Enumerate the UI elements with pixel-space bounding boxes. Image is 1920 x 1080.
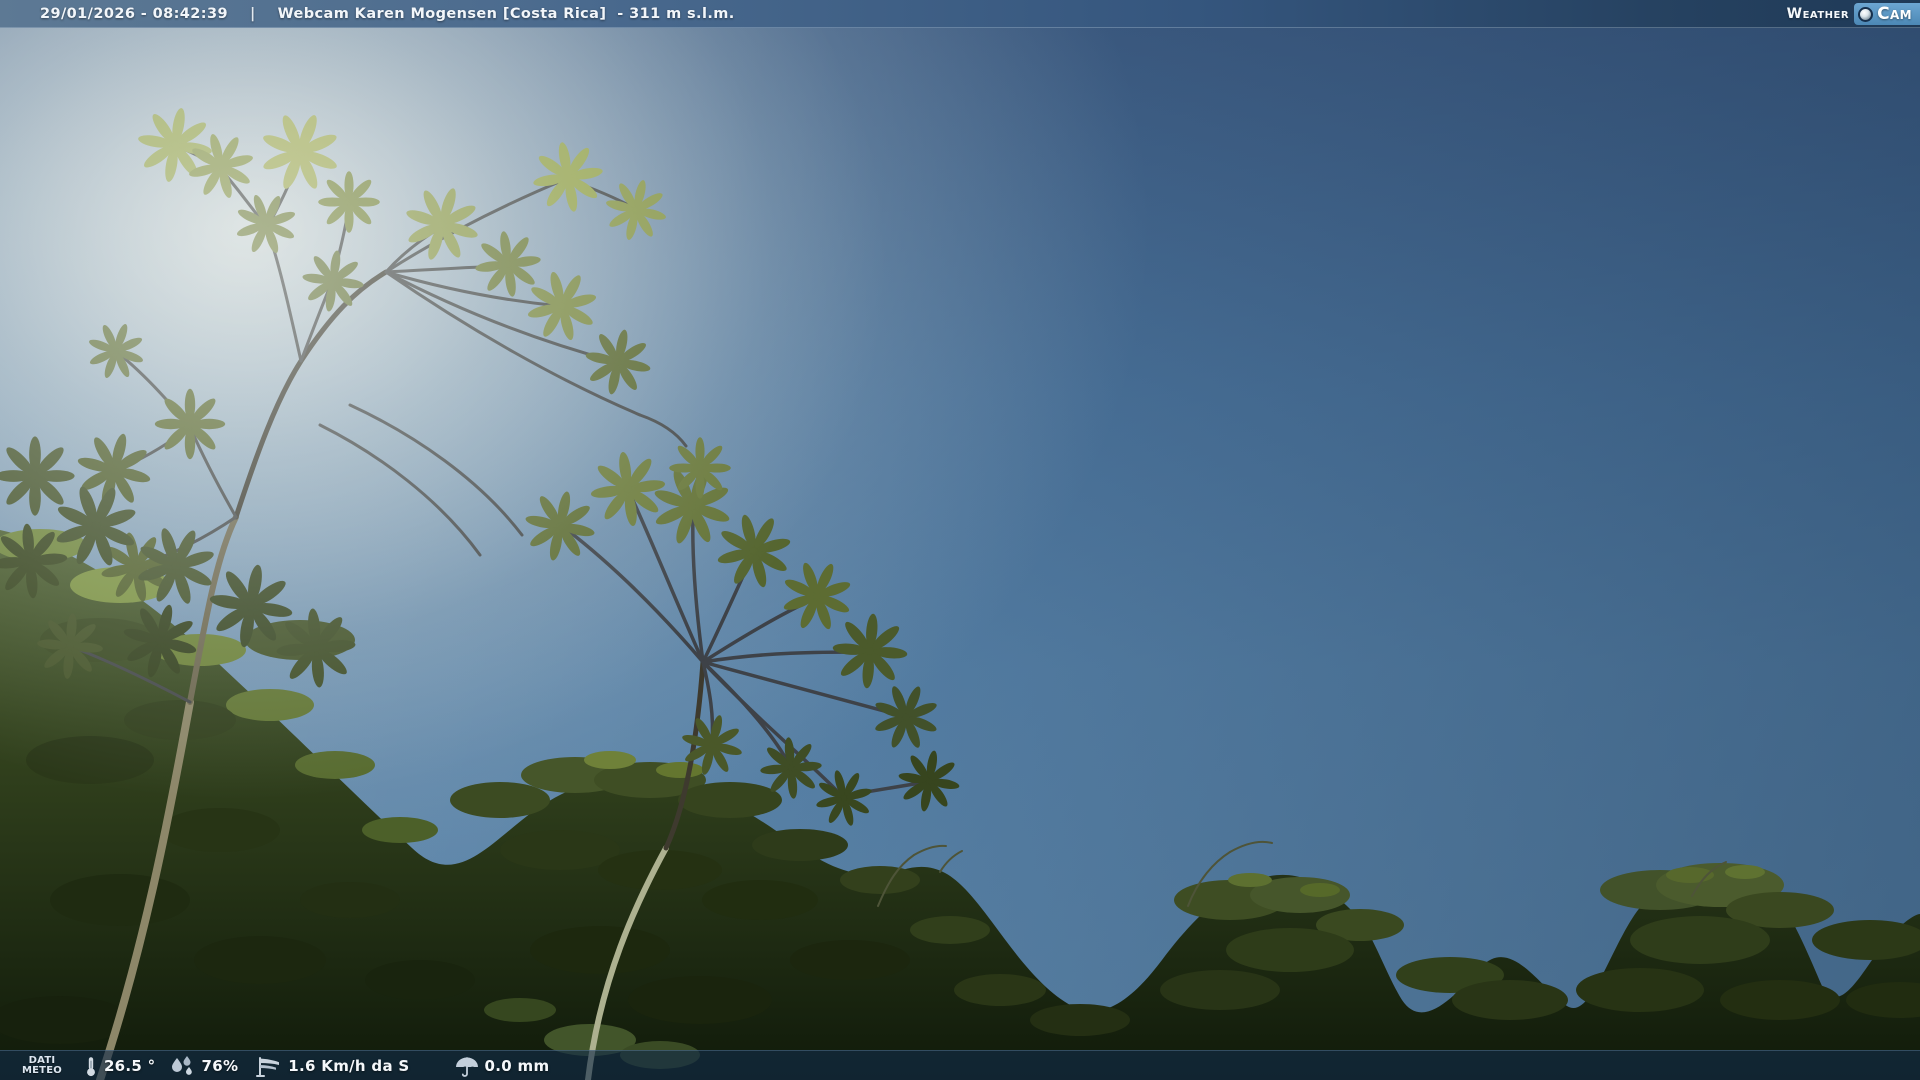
windsock-icon (256, 1054, 282, 1078)
logo-cam-text: Cam (1877, 3, 1912, 25)
datetime-text: 29/01/2026 - 08:42:39 (40, 6, 228, 22)
humidity-reading: 76% (169, 1055, 238, 1077)
temperature-value: 26.5 ° (104, 1057, 156, 1075)
humidity-value: 76% (201, 1057, 238, 1075)
meteo-label-line1: DATI (29, 1056, 56, 1066)
rain-value: 0.0 mm (485, 1057, 550, 1075)
logo-weather-text: Weather (1787, 6, 1849, 22)
humidity-drops-icon (169, 1055, 195, 1077)
wind-value: 1.6 Km/h da S (288, 1057, 409, 1075)
thermometer-icon (84, 1054, 98, 1078)
logo-cam-badge: Cam (1854, 3, 1920, 25)
meteo-label-line2: METEO (22, 1066, 62, 1076)
weathercam-logo: Weather Cam (1787, 3, 1920, 25)
webcam-frame: 29/01/2026 - 08:42:39 | Webcam Karen Mog… (0, 0, 1920, 1080)
umbrella-icon (455, 1054, 479, 1078)
wind-reading: 1.6 Km/h da S (256, 1054, 409, 1078)
separator: | (250, 6, 256, 22)
webcam-title: Webcam Karen Mogensen [Costa Rica] - 311… (278, 6, 735, 22)
temperature-reading: 26.5 ° (84, 1054, 156, 1078)
top-bar: 29/01/2026 - 08:42:39 | Webcam Karen Mog… (0, 0, 1920, 28)
meteo-label: DATI METEO (22, 1056, 62, 1076)
rain-reading: 0.0 mm (455, 1054, 550, 1078)
forest-scene (0, 0, 1920, 1080)
bottom-bar: DATI METEO 26.5 ° 76% (0, 1050, 1920, 1080)
camera-lens-icon (1858, 7, 1873, 22)
